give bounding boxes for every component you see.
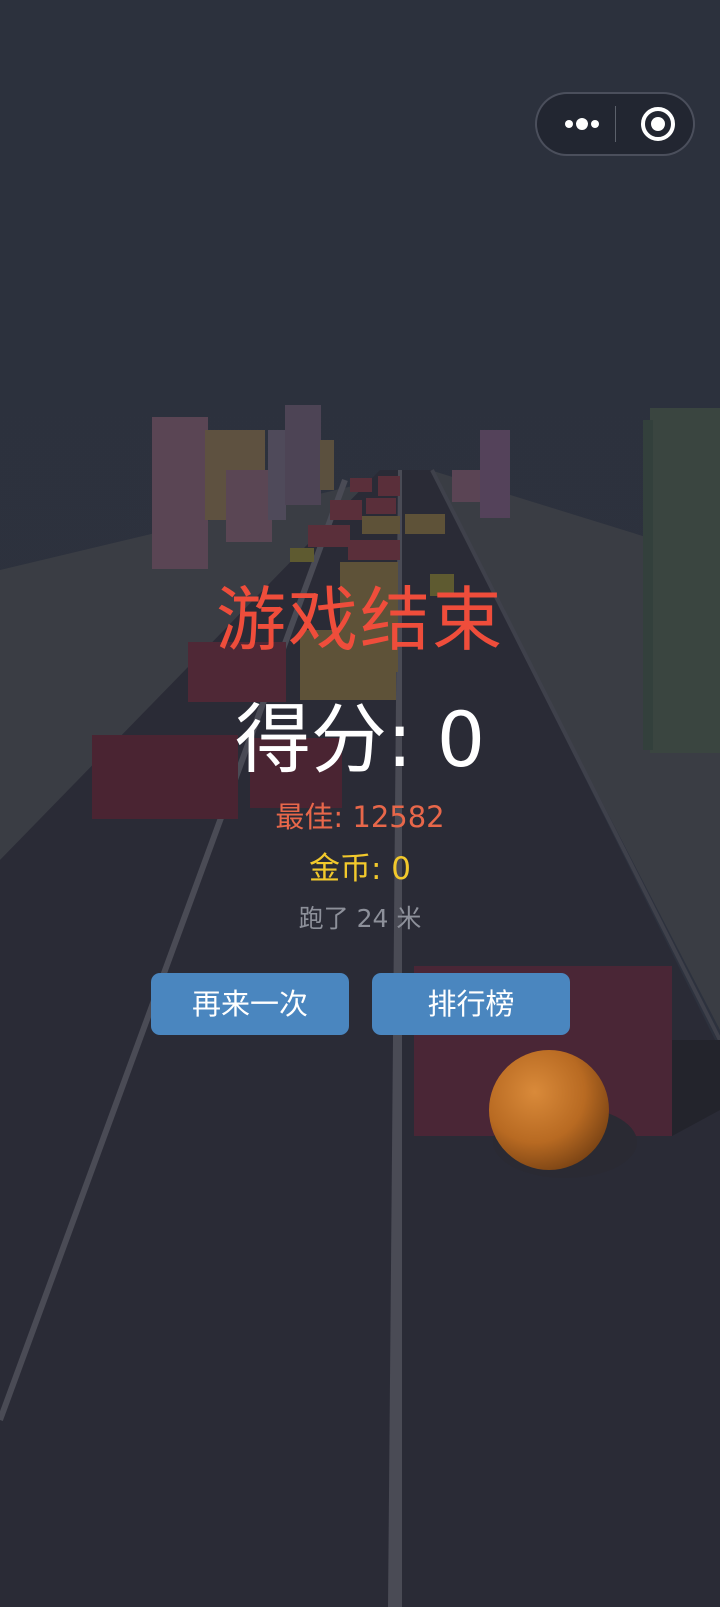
ball — [489, 1050, 609, 1170]
distance-text: 跑了 24 米 — [298, 904, 422, 933]
leaderboard-button[interactable]: 排行榜 — [372, 973, 570, 1035]
obstacle — [350, 478, 372, 492]
capsule-divider — [615, 106, 616, 142]
obstacle — [405, 514, 445, 534]
building — [320, 440, 334, 490]
best-score-text: 最佳: 12582 — [275, 800, 445, 834]
score-text: 得分: 0 — [234, 695, 486, 784]
target-close-icon — [641, 107, 675, 141]
obstacle — [362, 516, 400, 534]
obstacle — [348, 540, 400, 560]
mini-program-capsule — [535, 92, 695, 156]
obstacle — [308, 525, 350, 547]
obstacle — [366, 498, 396, 514]
building — [226, 470, 272, 542]
coins-text: 金币: 0 — [308, 851, 412, 887]
retry-button[interactable]: 再来一次 — [151, 973, 349, 1035]
game-over-title: 游戏结束 — [216, 579, 504, 661]
building — [452, 470, 482, 502]
more-button[interactable] — [559, 94, 609, 154]
obstacle — [330, 500, 362, 520]
building — [268, 430, 286, 520]
building — [152, 417, 208, 569]
building — [480, 430, 510, 518]
more-dots-icon — [565, 118, 599, 130]
close-button[interactable] — [633, 94, 683, 154]
obstacle — [378, 476, 400, 496]
building — [285, 405, 321, 505]
lane-mark — [290, 548, 314, 562]
